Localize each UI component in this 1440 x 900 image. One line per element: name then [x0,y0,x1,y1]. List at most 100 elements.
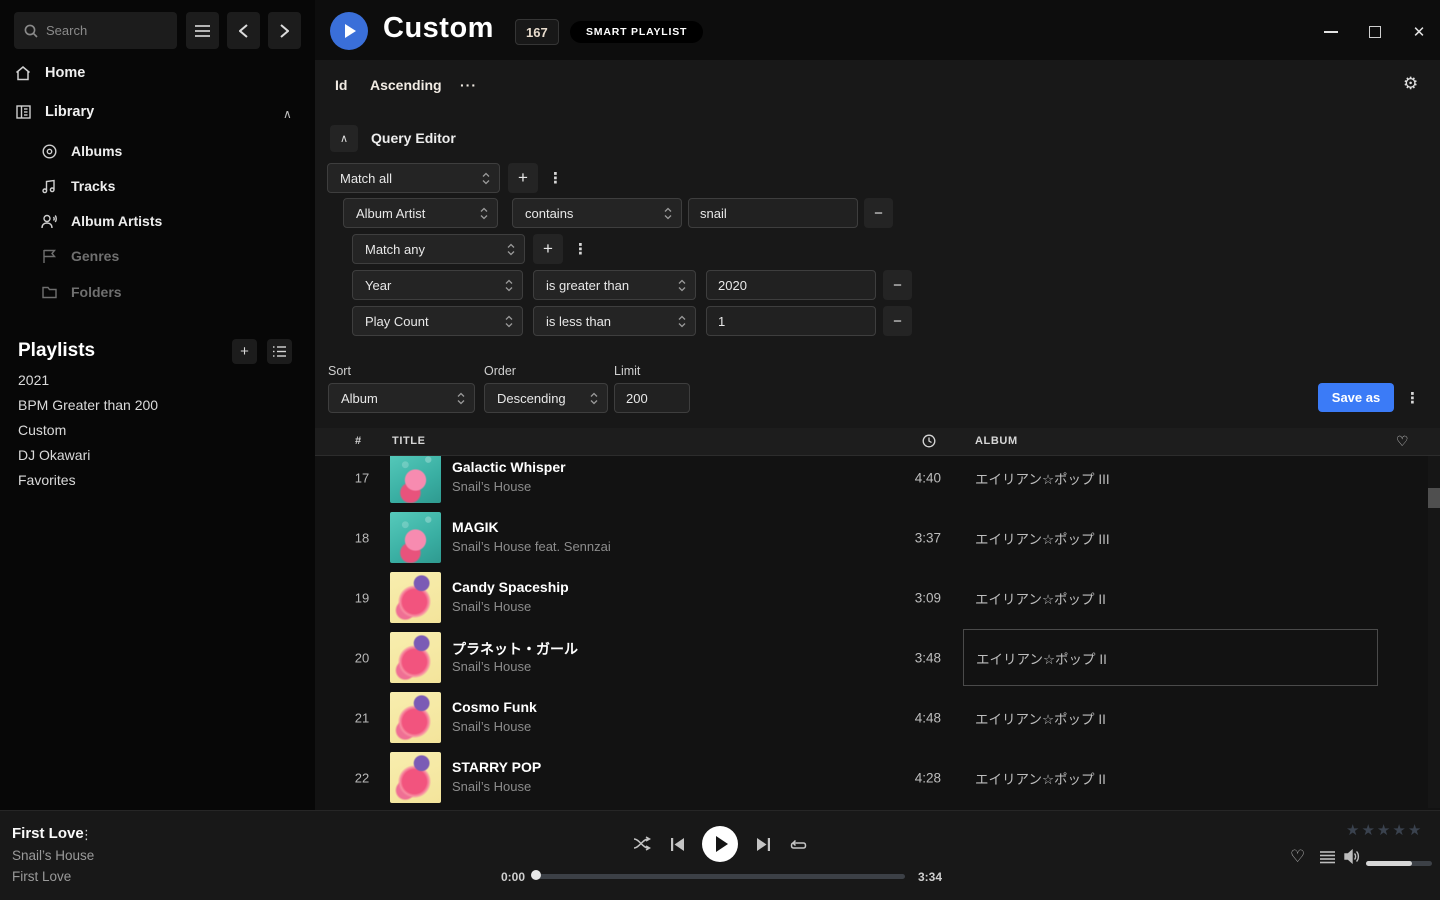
playlist-item[interactable]: Favorites [18,472,76,488]
add-rule-button[interactable]: + [508,163,538,193]
home-icon [14,66,32,81]
column-header-album[interactable]: ALBUM [975,435,1018,447]
sidebar-item-genres[interactable]: Genres [40,248,119,264]
add-playlist-button[interactable]: + [232,339,257,364]
folder-icon [40,286,58,299]
scrollbar-thumb[interactable] [1428,488,1440,508]
library-collapse-icon[interactable]: ∧ [283,107,292,121]
rule-operator-select[interactable]: is greater than [533,270,696,300]
playlist-item[interactable]: BPM Greater than 200 [18,397,158,413]
group-options-kebab[interactable]: ⋮ [573,240,588,258]
track-row[interactable]: 17 Galactic Whisper Snail’s House 4:40 エ… [315,456,1440,508]
star-icon[interactable]: ★ [1361,821,1374,839]
rule-operator-select[interactable]: is less than [533,306,696,336]
root-match-select[interactable]: Match all [327,163,500,193]
star-icon[interactable]: ★ [1346,821,1359,839]
previous-track-icon[interactable] [671,838,684,851]
limit-input[interactable] [614,383,690,413]
save-as-button[interactable]: Save as [1318,383,1394,412]
rule-value-input[interactable] [688,198,858,228]
duration-clock-icon[interactable] [922,434,936,448]
favorite-heart-icon[interactable]: ♡ [1396,433,1409,450]
save-options-kebab[interactable]: ⋮ [1405,389,1420,407]
remove-rule-button[interactable]: − [883,270,912,300]
rule-value-input[interactable] [706,306,876,336]
remove-rule-button[interactable]: − [883,306,912,336]
playlist-item[interactable]: 2021 [18,372,49,388]
track-album[interactable]: エイリアン☆ポップ II [975,588,1106,608]
playlist-item[interactable]: Custom [18,422,66,438]
column-header-index[interactable]: # [355,435,362,447]
seek-bar[interactable] [535,874,905,879]
window-maximize-button[interactable] [1367,24,1383,40]
sidebar-item-folders[interactable]: Folders [40,284,122,300]
volume-icon[interactable] [1344,849,1361,864]
volume-slider[interactable] [1366,861,1432,866]
track-thumbnail [390,572,441,623]
track-album[interactable]: エイリアン☆ポップ II [975,768,1106,788]
scrollbar-track[interactable] [1428,456,1440,808]
sort-field-button[interactable]: Id [335,77,347,93]
now-playing-artist[interactable]: Snail’s House [12,848,94,863]
track-artist: Snail’s House [452,479,531,494]
sort-select[interactable]: Album [328,383,475,413]
star-icon[interactable]: ★ [1392,821,1405,839]
order-select[interactable]: Descending [484,383,608,413]
add-rule-button[interactable]: + [533,234,563,264]
star-icon[interactable]: ★ [1377,821,1390,839]
sidebar-item-home[interactable]: Home [14,65,85,81]
track-album[interactable]: エイリアン☆ポップ III [975,528,1110,548]
track-row[interactable]: 19 Candy Spaceship Snail’s House 3:09 エイ… [315,568,1440,628]
track-album[interactable]: エイリアン☆ポップ II [976,648,1107,668]
group-match-select[interactable]: Match any [352,234,525,264]
sidebar-item-album-artists[interactable]: Album Artists [40,213,162,229]
remove-rule-button[interactable]: − [864,198,893,228]
playlist-list-button[interactable] [267,339,292,364]
nav-back-button[interactable] [227,12,260,49]
select-value: Year [365,278,391,293]
play-pause-button[interactable] [702,826,738,862]
sidebar-item-label: Album Artists [71,213,162,229]
play-playlist-button[interactable] [330,12,368,50]
next-track-icon[interactable] [757,838,770,851]
playlist-item[interactable]: DJ Okawari [18,447,90,463]
sidebar-item-albums[interactable]: Albums [40,143,122,159]
group-options-kebab[interactable]: ⋮ [548,169,563,187]
rule-field-select[interactable]: Album Artist [343,198,498,228]
rule-field-select[interactable]: Year [352,270,523,300]
now-playing-track[interactable]: First Love [12,825,84,842]
sort-direction-button[interactable]: Ascending [370,77,442,93]
star-icon[interactable]: ★ [1408,821,1421,839]
plus-icon: + [518,168,528,188]
track-row[interactable]: 22 STARRY POP Snail’s House 4:28 エイリアン☆ポ… [315,748,1440,808]
window-minimize-button[interactable] [1323,24,1339,40]
seek-handle[interactable] [531,870,541,880]
track-album[interactable]: エイリアン☆ポップ II [975,708,1106,728]
album-cell-hover-outline[interactable]: エイリアン☆ポップ II [963,629,1378,686]
track-row[interactable]: 20 プラネット・ガール Snail’s House 3:48 エイリアン☆ポッ… [315,628,1440,688]
rule-value-input[interactable] [706,270,876,300]
rule-operator-select[interactable]: contains [512,198,682,228]
now-playing-options-kebab[interactable]: ⋮ [80,827,93,843]
track-album[interactable]: エイリアン☆ポップ III [975,468,1110,488]
repeat-icon[interactable] [790,839,807,852]
search-input[interactable] [46,23,167,38]
sidebar-item-tracks[interactable]: Tracks [40,178,115,194]
window-close-button[interactable]: ✕ [1411,24,1427,40]
sidebar-item-library[interactable]: Library [14,104,94,120]
favorite-heart-icon[interactable]: ♡ [1290,847,1305,867]
rule-field-select[interactable]: Play Count [352,306,523,336]
nav-forward-button[interactable] [268,12,301,49]
now-playing-album[interactable]: First Love [12,869,71,884]
queue-icon[interactable] [1320,851,1335,864]
track-title: MAGIK [452,519,499,535]
gear-icon[interactable]: ⚙ [1403,74,1418,94]
collapse-query-button[interactable]: ∧ [330,125,358,152]
more-options-button[interactable]: ··· [460,77,477,93]
shuffle-icon[interactable] [633,836,651,851]
track-row[interactable]: 18 MAGIK Snail’s House feat. Sennzai 3:3… [315,508,1440,568]
menu-button[interactable] [186,12,219,49]
column-header-title[interactable]: TITLE [392,435,426,447]
search-box[interactable] [14,12,177,49]
track-row[interactable]: 21 Cosmo Funk Snail’s House 4:48 エイリアン☆ポ… [315,688,1440,748]
